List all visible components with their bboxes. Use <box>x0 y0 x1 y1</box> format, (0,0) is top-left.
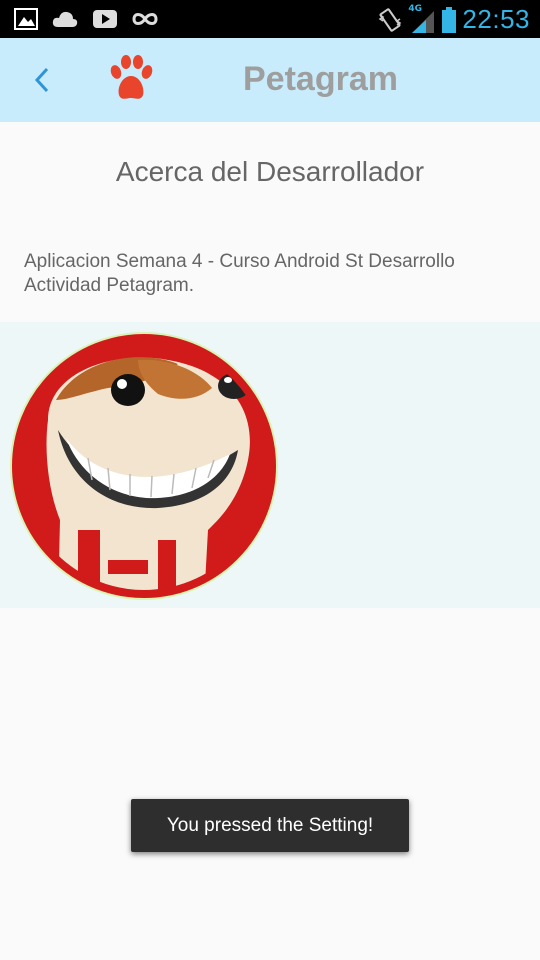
dog-avatar <box>10 332 278 600</box>
app-title: Petagram <box>243 60 398 98</box>
youtube-icon <box>93 10 117 28</box>
clock: 22:53 <box>462 4 530 34</box>
chevron-left-icon <box>34 67 49 93</box>
back-button[interactable] <box>28 62 58 98</box>
system-icons: 4G 22:53 <box>378 4 530 35</box>
vibrate-icon <box>379 7 402 32</box>
developer-description: Aplicacion Semana 4 - Curso Android St D… <box>24 251 455 296</box>
page-title: Acerca del Desarrollador <box>115 156 425 187</box>
photo-panel <box>0 322 540 608</box>
cloud-icon <box>52 11 78 27</box>
status-bar: 4G 22:53 <box>0 0 540 38</box>
infinity-icon <box>132 13 158 25</box>
signal-indicator: 4G <box>408 4 436 34</box>
battery-icon <box>442 6 457 33</box>
image-icon <box>14 8 38 30</box>
paw-icon <box>110 55 153 99</box>
notification-icons <box>14 8 158 30</box>
app-bar: Petagram <box>0 38 540 122</box>
toast-message: You pressed the Setting! <box>131 799 409 852</box>
signal-icon <box>412 10 435 33</box>
